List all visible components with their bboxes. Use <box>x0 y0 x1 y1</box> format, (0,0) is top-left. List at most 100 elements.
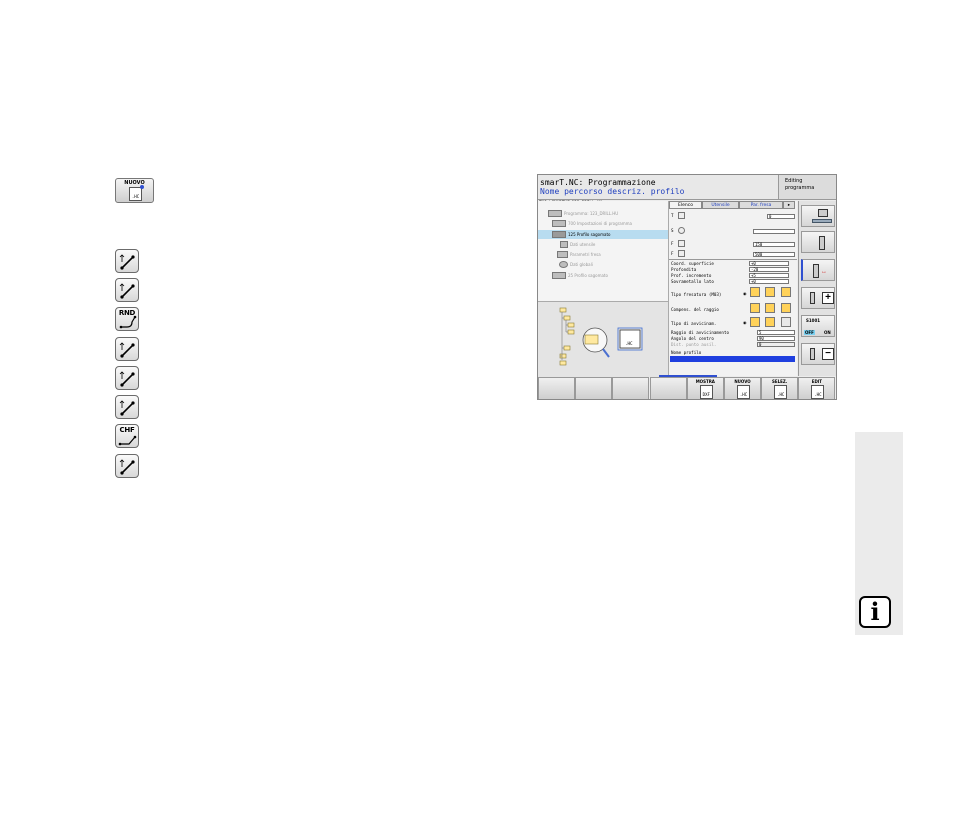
tool-number-field[interactable]: 0 <box>767 214 795 219</box>
preview-area: .HC <box>538 301 669 377</box>
tab-utensile[interactable]: Utensile <box>702 201 739 209</box>
contour-name-input[interactable] <box>670 356 795 362</box>
contour-icon <box>552 272 566 279</box>
tab-elenco[interactable]: Elenco <box>669 201 702 209</box>
vertical-softkey-bar: ↔ + S1001 OFF ON − <box>798 201 836 376</box>
info-icon: i <box>859 596 891 628</box>
feed-milling-field[interactable]: 500 <box>753 252 795 257</box>
screen-subtitle: Nome percorso descriz. profilo <box>540 187 685 196</box>
nuovo-key-label: NUOVO <box>124 180 145 186</box>
climb-milling-icon[interactable] <box>750 287 760 297</box>
tool-icon <box>810 348 815 360</box>
softkey-selez[interactable]: SELEZ. .HC <box>761 377 799 399</box>
approach-radius-field[interactable]: 5 <box>757 330 795 335</box>
softkey-empty[interactable] <box>538 377 575 399</box>
smartnc-screenshot: smarT.NC: Programmazione Nome percorso d… <box>537 174 837 400</box>
surface-coord-field[interactable]: +0 <box>749 261 789 266</box>
tab-scroll-arrow[interactable]: ▸ <box>783 201 795 209</box>
softkey-mostra[interactable]: MOSTRA DXF <box>686 377 724 399</box>
radio-selected-icon[interactable]: ◉ <box>743 320 747 325</box>
plus-icon: + <box>822 292 834 304</box>
spindle-speed-field[interactable] <box>753 229 795 234</box>
mode-line1: Editing <box>785 178 803 184</box>
mode-line2: programma <box>785 185 815 191</box>
tool-offset-button[interactable]: ↔ <box>801 259 835 281</box>
softkey-nuovo[interactable]: NUOVO .HC <box>724 377 761 399</box>
softkey-empty[interactable] <box>612 377 650 399</box>
line-softkey[interactable] <box>115 249 139 273</box>
line-icon <box>119 342 135 358</box>
tree-row[interactable]: Dati utensile <box>538 240 668 249</box>
form-panel: Elenco Utensile Par. fresa ▸ T 0 S F 150… <box>669 201 797 376</box>
chamfer-icon <box>118 435 137 446</box>
softkey-edit[interactable]: EDIT .HC <box>798 377 836 399</box>
approach-circle-icon[interactable] <box>765 317 775 327</box>
radius-comp-left-icon[interactable] <box>750 303 760 313</box>
machine-icon <box>818 209 828 217</box>
approach-tangent-icon[interactable] <box>750 317 760 327</box>
tool-icon <box>678 212 685 219</box>
tool-icon <box>560 241 568 248</box>
nuovo-hc-key[interactable]: NUOVO .HC <box>115 178 154 203</box>
line-softkey[interactable] <box>115 454 139 478</box>
plunge-depth-field[interactable]: +5 <box>749 273 789 278</box>
feed-plunge-field[interactable]: 150 <box>753 242 795 247</box>
off-label: OFF <box>804 330 815 335</box>
spindle-icon <box>678 227 685 234</box>
softkey-page-indicator <box>659 375 717 377</box>
tab-par-fresa[interactable]: Par. fresa <box>739 201 783 209</box>
divider <box>669 259 797 260</box>
mode-indicator: Editing programma <box>778 175 836 200</box>
globe-icon <box>559 261 568 268</box>
override-plus-button[interactable]: + <box>801 287 835 309</box>
softkey-empty[interactable] <box>575 377 613 399</box>
preview-file-ext: .HC <box>625 341 633 346</box>
rnd-softkey[interactable]: RND <box>115 307 139 331</box>
depth-field[interactable]: -20 <box>749 267 789 272</box>
aux-point-distance-field[interactable]: 0 <box>757 342 795 347</box>
machine-table-button[interactable] <box>801 205 835 227</box>
tree-row-selected[interactable]: 125 Profilo sagomato <box>538 230 668 239</box>
override-minus-button[interactable]: − <box>801 343 835 365</box>
tree-row[interactable]: 700 Impostazioni di programma <box>538 219 668 228</box>
chf-softkey[interactable]: CHF <box>115 424 139 448</box>
tree-row[interactable]: Programma: 123_DRILL.HU <box>538 209 668 218</box>
star-icon <box>140 185 144 189</box>
tree-row[interactable]: 25 Profilo sagomato <box>538 271 668 280</box>
softkey-empty[interactable] <box>649 377 687 399</box>
milling-icon <box>557 251 568 258</box>
document-icon: .HC <box>774 385 788 399</box>
tree-row[interactable]: Parametri fresa <box>538 250 668 259</box>
line-softkey[interactable] <box>115 366 139 390</box>
tool-icon <box>813 264 819 278</box>
feed-milling-icon <box>678 250 685 257</box>
nuovo-key-ext: .HC <box>131 194 140 199</box>
tree-row[interactable]: Dati globali <box>538 260 668 269</box>
line-icon <box>119 283 135 299</box>
line-icon <box>119 459 135 475</box>
table-icon <box>812 219 832 223</box>
rounding-icon <box>119 315 137 329</box>
line-softkey[interactable] <box>115 395 139 419</box>
center-angle-field[interactable]: 90 <box>757 336 795 341</box>
line-softkey[interactable] <box>115 278 139 302</box>
tab-bar: Elenco Utensile Par. fresa ▸ <box>669 201 797 210</box>
s1001-toggle-button[interactable]: S1001 OFF ON <box>801 315 835 337</box>
line-icon <box>119 254 135 270</box>
radius-comp-none-icon[interactable] <box>781 303 791 313</box>
offset-arrow-icon: ↔ <box>821 269 827 275</box>
folder-tree-graphic <box>559 307 643 366</box>
milling-option-icon[interactable] <box>781 287 791 297</box>
side-allowance-field[interactable]: +0 <box>749 279 789 284</box>
spindle-axis-button[interactable] <box>801 231 835 253</box>
tool-icon <box>810 292 815 304</box>
approach-line-icon[interactable] <box>781 317 791 327</box>
program-tree: Programma: 123_DRILL.HU 700 Impostazioni… <box>538 201 669 301</box>
line-softkey[interactable] <box>115 337 139 361</box>
radio-selected-icon[interactable]: ◉ <box>743 291 747 296</box>
feed-plunge-icon <box>678 240 685 247</box>
line-icon <box>119 400 135 416</box>
radius-comp-right-icon[interactable] <box>765 303 775 313</box>
screen-title: smarT.NC: Programmazione <box>540 178 656 187</box>
up-milling-icon[interactable] <box>765 287 775 297</box>
